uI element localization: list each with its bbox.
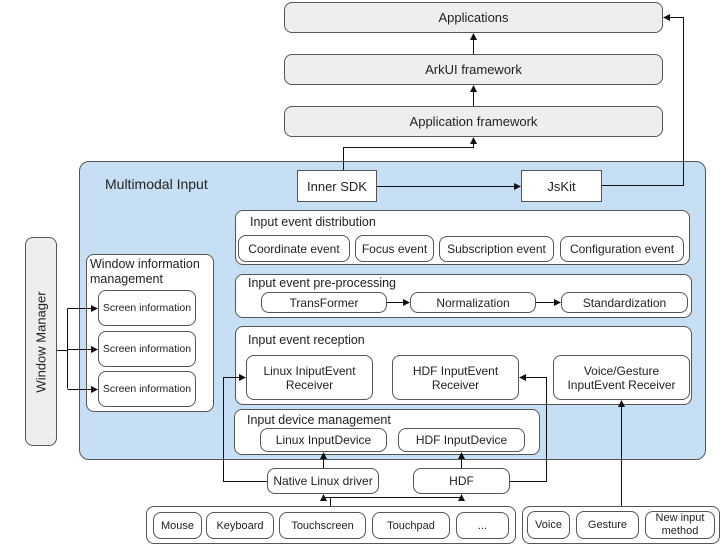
- keyboard-box: Keyboard: [206, 512, 274, 539]
- normalization-box: Normalization: [410, 292, 536, 313]
- subscription-event-label: Subscription event: [447, 242, 546, 256]
- keyboard-label: Keyboard: [216, 519, 264, 532]
- touchpad-label: Touchpad: [387, 519, 435, 532]
- standardization-box: Standardization: [561, 292, 688, 313]
- coordinate-event-label: Coordinate event: [248, 241, 340, 256]
- application-framework-label: Application framework: [409, 114, 538, 129]
- new-input-method-box: New input method: [645, 511, 715, 539]
- hdf-inputevent-receiver-label: HDF InputEvent Receiver: [412, 363, 499, 392]
- screen-info-label: Screen information: [102, 302, 192, 314]
- window-info-title: Window information management: [90, 257, 200, 286]
- arkui-framework-label: ArkUI framework: [425, 62, 522, 77]
- transformer-box: TransFormer: [261, 292, 387, 313]
- voice-label: Voice: [535, 519, 562, 531]
- more-devices-label: ...: [477, 519, 488, 532]
- configuration-event-label: Configuration event: [569, 242, 675, 256]
- window-manager-label: Window Manager: [33, 290, 49, 393]
- event-preprocessing-title: Input event pre-processing: [248, 276, 397, 290]
- hdf-inputdevice-box: HDF InputDevice: [398, 428, 525, 452]
- gesture-box: Gesture: [576, 511, 639, 539]
- voice-gesture-receiver-label: Voice/Gesture InputEvent Receiver: [567, 363, 676, 392]
- applications-layer: Applications: [284, 2, 663, 33]
- jskit-label: JsKit: [547, 178, 576, 194]
- jskit-box: JsKit: [521, 170, 602, 202]
- mouse-label: Mouse: [160, 519, 195, 532]
- touchpad-box: Touchpad: [372, 512, 450, 539]
- voice-box: Voice: [527, 511, 570, 539]
- linux-inputdevice-box: Linux InputDevice: [260, 428, 387, 452]
- screen-info-box: Screen information: [98, 331, 196, 367]
- inner-sdk-box: Inner SDK: [297, 170, 377, 202]
- screen-info-box: Screen information: [98, 371, 196, 407]
- hdf-inputevent-receiver-box: HDF InputEvent Receiver: [392, 355, 519, 400]
- screen-info-box: Screen information: [98, 290, 196, 326]
- focus-event-box: Focus event: [355, 235, 434, 262]
- linux-inputevent-receiver-label: Linux IniputEvent Receiver: [263, 363, 356, 392]
- linux-inputdevice-label: Linux InputDevice: [275, 433, 372, 447]
- applications-label: Applications: [438, 10, 509, 25]
- hdf-driver-box: HDF: [413, 468, 510, 494]
- native-linux-driver-box: Native Linux driver: [267, 468, 379, 494]
- transformer-label: TransFormer: [289, 295, 359, 310]
- linux-inputevent-receiver-box: Linux IniputEvent Receiver: [246, 355, 373, 400]
- standardization-label: Standardization: [582, 295, 667, 310]
- hdf-inputdevice-label: HDF InputDevice: [415, 433, 508, 447]
- application-framework-layer: Application framework: [284, 106, 663, 137]
- coordinate-event-box: Coordinate event: [238, 235, 350, 262]
- touchscreen-label: Touchscreen: [291, 519, 354, 532]
- arkui-framework-layer: ArkUI framework: [284, 54, 663, 85]
- more-devices-box: ...: [456, 512, 509, 539]
- inner-sdk-label: Inner SDK: [307, 178, 367, 194]
- configuration-event-box: Configuration event: [560, 236, 684, 262]
- screen-info-label: Screen information: [102, 383, 192, 395]
- mouse-box: Mouse: [153, 512, 202, 539]
- device-management-title: Input device management: [247, 413, 391, 427]
- screen-info-label: Screen information: [102, 343, 192, 355]
- event-reception-title: Input event reception: [248, 333, 365, 347]
- arrow-devices-to-drivers: [330, 494, 465, 506]
- focus-event-label: Focus event: [361, 241, 428, 256]
- multimodal-input-title: Multimodal Input: [105, 176, 208, 192]
- subscription-event-box: Subscription event: [439, 236, 554, 262]
- native-linux-driver-label: Native Linux driver: [273, 474, 373, 488]
- hdf-driver-label: HDF: [449, 474, 474, 488]
- new-input-method-label: New input method: [655, 512, 705, 537]
- gesture-label: Gesture: [587, 519, 628, 531]
- voice-gesture-receiver-box: Voice/Gesture InputEvent Receiver: [553, 355, 690, 400]
- event-distribution-title: Input event distribution: [250, 215, 376, 229]
- touchscreen-box: Touchscreen: [279, 512, 366, 539]
- window-manager-box: Window Manager: [25, 237, 57, 446]
- normalization-label: Normalization: [436, 295, 510, 310]
